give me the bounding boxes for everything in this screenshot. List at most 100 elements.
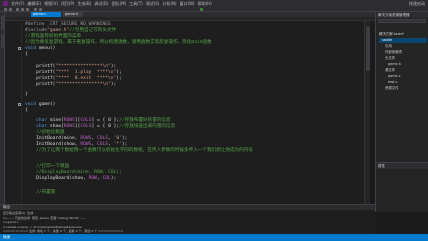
code-line[interactable]: { (25, 52, 28, 58)
code-line[interactable]: //为了让两个数组用一个函数可以初始化不同的数组，在传入参数的时候多传入一个我们… (25, 148, 253, 154)
code-token: printf( (25, 76, 56, 81)
code-token: #include (25, 28, 48, 33)
open-icon[interactable] (21, 8, 24, 11)
code-token: game() (36, 102, 56, 107)
solution-tree-item[interactable]: saolei (379, 38, 427, 43)
code-token: COLS (96, 142, 109, 147)
output-line: ========== 生成: 成功 1 个，失败 0 个，最新 0 个，跳过 0… (3, 229, 124, 234)
menu-item[interactable]: 分析(N) (162, 1, 176, 7)
start-debug-icon[interactable] (200, 8, 203, 11)
code-line[interactable]: void game() (25, 102, 55, 108)
properties-panel: 属性 (376, 162, 428, 212)
code-token: //为了让两个数组用一个函数可以初始化不同的数组，在传入参数的时候多传入一个我们… (36, 148, 253, 153)
code-token: ROW (88, 176, 97, 181)
scrollbar-thumb[interactable] (366, 27, 370, 71)
menu-item[interactable]: 项目(P) (61, 1, 75, 7)
code-token: //打印一下棋盘 (36, 164, 70, 169)
editor-vertical-scrollbar[interactable] (364, 21, 370, 204)
status-bar: 就绪 (0, 234, 428, 241)
save-icon[interactable] (26, 8, 29, 11)
solution-explorer: 解决方案资源管理器 解决方案'saolei' saolei 引用 外部依赖项 头文件 ga… (375, 12, 428, 212)
menu-item[interactable]: 测试(S) (146, 1, 160, 7)
menu-item[interactable]: 帮助(H) (198, 1, 212, 7)
fold-toggle-icon[interactable]: - (18, 103, 21, 107)
menu-item[interactable]: 视图(V) (44, 1, 58, 7)
menu-bar: 文件(F) 编辑(E) 视图(V) 项目(P) 生成(B) 调试(D) 团队(M) 工具(T)… (11, 1, 212, 7)
properties-title: 属性 (376, 163, 428, 169)
code-token: ] = { 0 }; (91, 118, 120, 123)
code-token: } (25, 92, 28, 97)
toolbox-tab[interactable] (1, 34, 4, 48)
solution-explorer-search-input[interactable] (378, 19, 426, 23)
menu-item[interactable]: 编辑(E) (27, 1, 41, 7)
code-token: //布置雷 (36, 190, 56, 195)
code-token: //存放排查出来的雷的信息 (119, 124, 176, 129)
code-token: //初始化棋盘 (36, 130, 65, 135)
quick-launch-input[interactable]: 快速启动 (409, 1, 425, 7)
menu-item[interactable]: 窗口(W) (180, 1, 195, 7)
code-line[interactable]: void menu() (25, 46, 55, 52)
solution-tree-item[interactable]: game.h (379, 62, 427, 67)
menu-item[interactable]: 生成(B) (77, 1, 91, 7)
menu-item[interactable]: 文件(F) (11, 1, 24, 7)
code-token: mine[ (47, 118, 64, 123)
solution-tree-item[interactable]: 源文件 (379, 68, 427, 73)
back-icon[interactable] (4, 8, 7, 11)
output-line: 1>saolei.vcxproj -> D:\code\saolei\Debug… (3, 224, 82, 229)
code-token: //游戏里有初始界面的菜单 (25, 34, 82, 39)
fold-toggle-icon[interactable]: - (18, 47, 21, 51)
code-token: "**** 1.play ****\n" (55, 70, 117, 75)
code-token: COL (102, 176, 111, 181)
code-token: COLS (80, 118, 92, 123)
code-token: ); (121, 136, 128, 141)
output-panel: 输出 显示输出来源(S): 生成 1>------ 已启动生成: 项目: saol… (0, 204, 375, 234)
code-token: ); (110, 82, 117, 87)
solution-tree-item[interactable]: game.c (379, 74, 427, 79)
code-token: '0' (113, 136, 122, 141)
code-token: //DisplayBoard(mine, ROW, COL); (36, 170, 122, 175)
code-token: '*' (113, 142, 122, 147)
code-line[interactable]: DisplayBoard(show, ROW, COL); (25, 176, 116, 182)
line-gutter: - - (5, 21, 22, 204)
solution-tree-item[interactable]: 资源文件 (379, 86, 427, 91)
code-line[interactable]: //布置雷 (25, 190, 55, 196)
server-explorer-tab[interactable] (1, 16, 4, 30)
code-token: ROWS (80, 142, 92, 147)
menu-item[interactable]: 团队(M) (112, 1, 127, 7)
output-line: 显示输出来源(S): 生成 (3, 211, 34, 215)
redo-icon[interactable] (39, 8, 42, 11)
solution-tree-item[interactable]: 头文件 (379, 56, 427, 61)
solution-explorer-title: 解决方案资源管理器 (376, 12, 428, 18)
code-line[interactable]: } (25, 92, 28, 98)
code-token: ROWS (63, 118, 75, 123)
solution-tree-item[interactable]: test.c (379, 80, 427, 85)
forward-icon[interactable] (9, 8, 12, 11)
code-token: printf( (25, 70, 56, 75)
code-editor[interactable]: - - #define _CRT_SECURE_NO_WARNINGS #incl… (5, 21, 370, 204)
code-token: ROWS (63, 124, 75, 129)
code-token: InitBoard(show, (25, 142, 81, 147)
menu-item[interactable]: 工具(T) (129, 1, 143, 7)
solution-tree-item[interactable]: 解决方案'saolei' (379, 32, 427, 37)
new-file-icon[interactable] (16, 8, 19, 11)
code-token: ); (116, 70, 122, 75)
undo-icon[interactable] (34, 8, 37, 11)
code-token: #define _CRT_SECURE_NO_WARNINGS (25, 22, 111, 27)
code-line[interactable]: { (25, 108, 28, 114)
menu-item[interactable]: 调试(D) (94, 1, 108, 7)
code-token: DisplayBoard(show, (25, 176, 89, 181)
code-token: COLS (96, 136, 109, 141)
solution-tree-item[interactable]: 引用 (379, 44, 427, 49)
solution-tree-item[interactable]: 外部依赖项 (379, 50, 427, 55)
code-line[interactable]: printf("****************\n"); (25, 82, 116, 88)
code-token: ); (121, 142, 128, 147)
title-bar: 文件(F) 编辑(E) 视图(V) 项目(P) 生成(B) 调试(D) 团队(M) 工具(T)… (0, 0, 428, 7)
code-token: char (36, 124, 48, 129)
code-token: InitBoard(mine, (25, 136, 81, 141)
